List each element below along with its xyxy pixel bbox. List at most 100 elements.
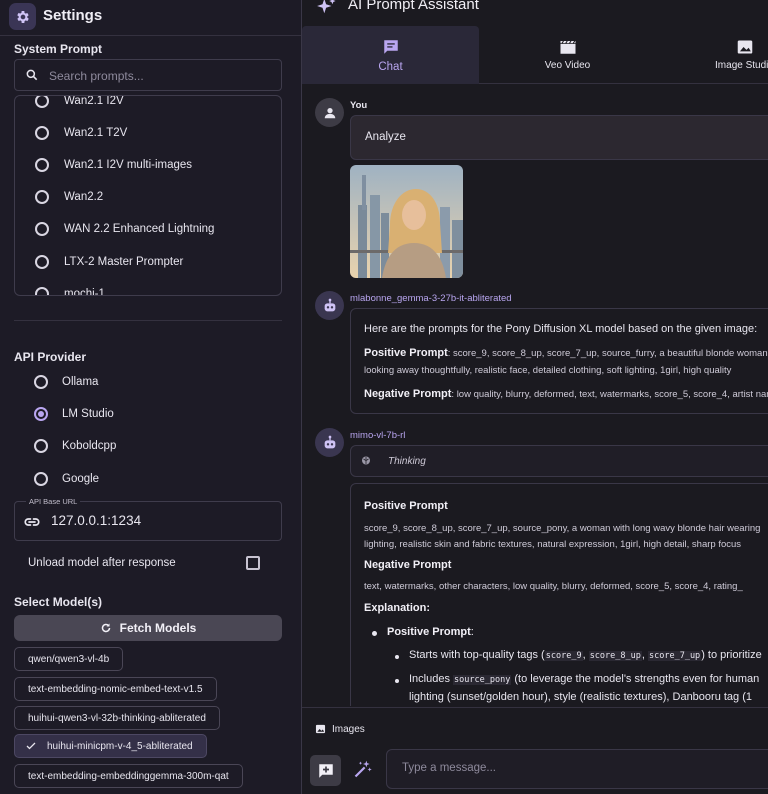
- tab-chat[interactable]: Chat: [302, 26, 479, 84]
- model-chip[interactable]: qwen/qwen3-vl-4b: [14, 647, 124, 671]
- provider-option-google[interactable]: Google: [14, 466, 282, 492]
- prompt-option[interactable]: Wan2.2: [15, 183, 281, 211]
- sub-bullet: [395, 679, 399, 683]
- thinking-toggle[interactable]: Thinking: [350, 445, 768, 477]
- select-models-label: Select Model(s): [14, 595, 103, 609]
- sub-item-text: (to leverage the model's strengths even …: [511, 673, 760, 685]
- tab-veo-video[interactable]: Veo Video: [479, 26, 656, 84]
- bot-message-intro: Here are the prompts for the Pony Diffus…: [364, 323, 758, 335]
- radio-button[interactable]: [35, 287, 49, 295]
- provider-option-lm-studio[interactable]: LM Studio: [14, 401, 282, 427]
- fetch-models-button[interactable]: Fetch Models: [14, 615, 282, 641]
- add-image-button[interactable]: [310, 755, 341, 786]
- images-label[interactable]: Images: [332, 724, 365, 735]
- radio-button[interactable]: [34, 439, 48, 453]
- radio-button[interactable]: [35, 158, 49, 172]
- provider-option-koboldcpp[interactable]: Koboldcpp: [14, 433, 282, 459]
- user-avatar: [315, 98, 344, 127]
- message-input[interactable]: [402, 762, 762, 774]
- model-chip[interactable]: huihui-qwen3-vl-32b-thinking-abliterated: [14, 706, 220, 730]
- api-base-url-field[interactable]: 127.0.0.1:1234: [14, 501, 282, 541]
- user-message-bubble: Analyze: [350, 115, 768, 160]
- radio-button[interactable]: [35, 96, 49, 108]
- positive-prompt-text: : score_9, score_8_up, score_7_up, sourc…: [447, 348, 768, 359]
- provider-label: Ollama: [62, 376, 99, 388]
- radio-button[interactable]: [34, 472, 48, 486]
- bot-message-bubble: Here are the prompts for the Pony Diffus…: [350, 308, 768, 414]
- radio-button[interactable]: [35, 222, 49, 236]
- person-icon: [324, 107, 335, 118]
- tab-label: Image Studio: [715, 60, 768, 71]
- bot-negative-prompt-line: Negative Prompt: low quality, blurry, de…: [364, 388, 768, 400]
- unload-model-checkbox[interactable]: [246, 556, 260, 570]
- tag-code: source_pony: [453, 675, 512, 685]
- message-input-box[interactable]: [386, 749, 768, 789]
- radio-button[interactable]: [35, 255, 49, 269]
- prompt-option-label: mochi-1: [64, 288, 105, 296]
- section-divider: [14, 320, 282, 321]
- api-base-url-label: API Base URL: [26, 497, 81, 506]
- bot-sender-name: mimo-vl-7b-rl: [350, 430, 406, 441]
- prompt-option-label: Wan2.2: [64, 191, 104, 203]
- model-chip-label: huihui-qwen3-vl-32b-thinking-abliterated: [28, 712, 206, 724]
- prompt-option[interactable]: Wan2.1 T2V: [15, 119, 281, 147]
- prompt-option-label: Wan2.1 T2V: [64, 127, 128, 139]
- bot-sender-name: mlabonne_gemma-3-27b-it-abliterated: [350, 293, 512, 304]
- prompt-option[interactable]: WAN 2.2 Enhanced Lightning: [15, 215, 281, 243]
- prompt-option[interactable]: Wan2.1 I2V: [15, 95, 281, 115]
- bullet-label-text: Positive Prompt: [387, 626, 471, 638]
- provider-label: Google: [62, 473, 100, 485]
- bot-positive-prompt-line: Positive Prompt: score_9, score_8_up, sc…: [364, 347, 768, 359]
- prompt-option-label: WAN 2.2 Enhanced Lightning: [64, 223, 215, 235]
- radio-button-selected[interactable]: [34, 407, 48, 421]
- message-list: You Analyze mlabonne_gemma-3-27b-it-abli…: [302, 86, 768, 706]
- sub-item-text: Starts with top-quality tags (: [409, 649, 545, 661]
- prompt-option[interactable]: LTX-2 Master Prompter: [15, 248, 281, 276]
- robot-icon: [324, 435, 335, 448]
- positive-prompt-label: Positive Prompt: [364, 347, 448, 359]
- prompt-option[interactable]: Wan2.1 I2V multi-images: [15, 151, 281, 179]
- explanation-sub-item-2-continued: lighting (sunset/golden hour), style (re…: [409, 691, 753, 703]
- thinking-label: Thinking: [388, 456, 426, 467]
- negative-prompt-label: Negative Prompt: [364, 388, 452, 400]
- settings-title: Settings: [43, 7, 103, 24]
- chat-icon: [383, 39, 398, 54]
- gear-icon: [16, 10, 29, 23]
- prompt-option-label: Wan2.1 I2V multi-images: [64, 159, 193, 171]
- prompt-search-box[interactable]: [14, 59, 282, 91]
- model-chip[interactable]: text-embedding-nomic-embed-text-v1.5: [14, 677, 217, 701]
- attached-photo[interactable]: [350, 165, 463, 278]
- check-icon: [26, 742, 36, 750]
- image-icon: [737, 40, 752, 54]
- model-chip-label: text-embedding-nomic-embed-text-v1.5: [28, 683, 203, 695]
- tab-label: Veo Video: [544, 60, 591, 71]
- positive-prompt-text-continued: lighting, realistic skin and fabric text…: [364, 539, 742, 550]
- radio-button[interactable]: [35, 126, 49, 140]
- model-chip[interactable]: text-embedding-embeddinggemma-300m-qat: [14, 764, 243, 788]
- bot-avatar: [315, 428, 344, 457]
- message-composer: Images: [302, 707, 768, 794]
- brain-icon: [362, 456, 370, 465]
- radio-button[interactable]: [34, 375, 48, 389]
- model-chip-selected[interactable]: huihui-minicpm-v-4_5-abliterated: [14, 734, 207, 758]
- model-chip-label: qwen/qwen3-vl-4b: [28, 653, 110, 665]
- radio-button[interactable]: [35, 190, 49, 204]
- magic-wand-icon[interactable]: [353, 759, 373, 779]
- tab-image-studio[interactable]: Image Studio: [656, 26, 768, 84]
- negative-prompt-heading: Negative Prompt: [364, 559, 452, 571]
- prompt-search-input[interactable]: [49, 67, 274, 85]
- photo-image: [350, 165, 463, 278]
- bot-avatar: [315, 291, 344, 320]
- prompt-option[interactable]: mochi-1: [15, 280, 281, 296]
- settings-header: Settings: [0, 0, 301, 36]
- negative-prompt-text: : low quality, blurry, deformed, text, w…: [451, 389, 768, 400]
- bot-message-bubble: Positive Prompt score_9, score_8_up, sco…: [350, 483, 768, 706]
- positive-prompt-heading: Positive Prompt: [364, 500, 448, 512]
- api-provider-label: API Provider: [14, 350, 87, 364]
- system-prompt-list[interactable]: Wan2.1 I2V Wan2.1 T2V Wan2.1 I2V multi-i…: [14, 95, 282, 296]
- tag-code: score_9: [544, 651, 583, 661]
- prompt-option-label: Wan2.1 I2V: [64, 95, 124, 107]
- fetch-models-label: Fetch Models: [119, 621, 197, 635]
- api-base-url-value[interactable]: 127.0.0.1:1234: [51, 513, 141, 528]
- provider-option-ollama[interactable]: Ollama: [14, 369, 282, 395]
